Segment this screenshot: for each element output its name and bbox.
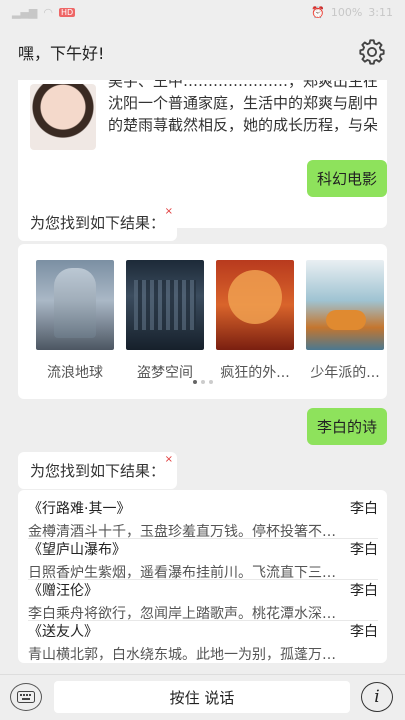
user-message-scifi[interactable]: 科幻电影 <box>306 160 387 197</box>
movie-poster <box>306 260 384 350</box>
poem-item[interactable]: 《望庐山瀑布》 李白 日照香炉生紫烟，遥看瀑布挂前川。飞流直下三… <box>28 539 378 582</box>
movie-poster <box>126 260 204 350</box>
alarm-icon: ⏰ <box>311 5 325 19</box>
poem-author: 李白 <box>350 624 378 640</box>
carousel-dots <box>18 380 387 384</box>
poem-author: 李白 <box>350 542 378 558</box>
movie-title: 盗梦空间 <box>137 365 193 381</box>
movie-item[interactable]: 疯狂的外... <box>216 260 294 382</box>
movie-item[interactable]: 盗梦空间 <box>126 260 204 382</box>
header: 嘿，下午好! <box>0 24 405 80</box>
carousel-dot <box>208 380 213 384</box>
poem-title: 《送友人》 <box>28 624 98 640</box>
poem-list[interactable]: 《行路难·其一》 李白 金樽清酒斗十千，玉盘珍羞直万钱。停杯投箸不… 《望庐山瀑布… <box>18 490 387 663</box>
result-label-text: 为您找到如下结果： <box>30 462 166 480</box>
movie-title: 疯狂的外... <box>220 365 290 381</box>
movie-title: 少年派的... <box>310 365 380 381</box>
poem-item[interactable]: 《赠汪伦》 李白 李白乘舟将欲行，忽闻岸上踏歌声。桃花潭水深… <box>28 580 378 623</box>
status-right: ⏰ 100% 3:11 <box>311 6 393 19</box>
person-photo <box>30 84 96 150</box>
result-label-text: 为您找到如下结果： <box>30 214 166 232</box>
close-icon[interactable]: × <box>165 454 173 465</box>
movie-poster <box>216 260 294 350</box>
status-time: 3:11 <box>368 5 393 19</box>
movie-item[interactable]: 流浪地球 <box>36 260 114 382</box>
poem-item[interactable]: 《送友人》 李白 青山横北郭，白水绕东城。此地一为别，孤蓬万… <box>28 621 378 664</box>
poem-item[interactable]: 《行路难·其一》 李白 金樽清酒斗十千，玉盘珍羞直万钱。停杯投箸不… <box>28 498 378 541</box>
info-button[interactable]: i <box>361 682 393 712</box>
wifi-icon: ◠ <box>43 5 53 19</box>
battery-level: 100% <box>330 5 363 19</box>
movie-carousel[interactable]: 流浪地球 盗梦空间 疯狂的外... 少年派的... <box>18 244 387 399</box>
intro-text: 吴宇、王中…………………，郑爽出生在沈阳一个普通家庭，生活中的郑爽与剧中的楚雨荨… <box>108 80 379 132</box>
keyboard-toggle-button[interactable] <box>10 683 42 711</box>
poem-title: 《行路难·其一》 <box>28 501 131 517</box>
info-icon: i <box>374 687 380 707</box>
status-left: ▂▄▆ ◠ HD <box>12 5 76 19</box>
carousel-dot <box>192 380 197 384</box>
user-message-libai[interactable]: 李白的诗 <box>306 408 387 445</box>
gear-icon <box>359 39 385 65</box>
status-bar: ▂▄▆ ◠ HD ⏰ 100% 3:11 <box>0 0 405 24</box>
hold-to-talk-button[interactable]: 按住 说话 <box>54 681 350 713</box>
result-label-poems: 为您找到如下结果： × <box>18 452 178 489</box>
chat-area[interactable]: 吴宇、王中…………………，郑爽出生在沈阳一个普通家庭，生活中的郑爽与剧中的楚雨荨… <box>0 80 405 674</box>
poem-title: 《望庐山瀑布》 <box>28 542 126 558</box>
hd-badge: HD <box>59 7 76 17</box>
signal-icon: ▂▄▆ <box>12 5 38 19</box>
result-label-movies: 为您找到如下结果： × <box>18 204 178 241</box>
movie-title: 流浪地球 <box>47 365 103 381</box>
poem-title: 《赠汪伦》 <box>28 583 98 599</box>
input-bar: 按住 说话 i <box>0 674 405 720</box>
keyboard-icon <box>17 691 35 703</box>
close-icon[interactable]: × <box>165 206 173 217</box>
movie-item[interactable]: 少年派的... <box>306 260 384 382</box>
settings-button[interactable] <box>357 37 387 67</box>
greeting-text: 嘿，下午好! <box>18 44 105 63</box>
movie-poster <box>36 260 114 350</box>
poem-author: 李白 <box>350 583 378 599</box>
carousel-dot <box>200 380 205 384</box>
poem-author: 李白 <box>350 501 378 517</box>
poem-excerpt: 青山横北郭，白水绕东城。此地一为别，孤蓬万… <box>28 647 336 663</box>
